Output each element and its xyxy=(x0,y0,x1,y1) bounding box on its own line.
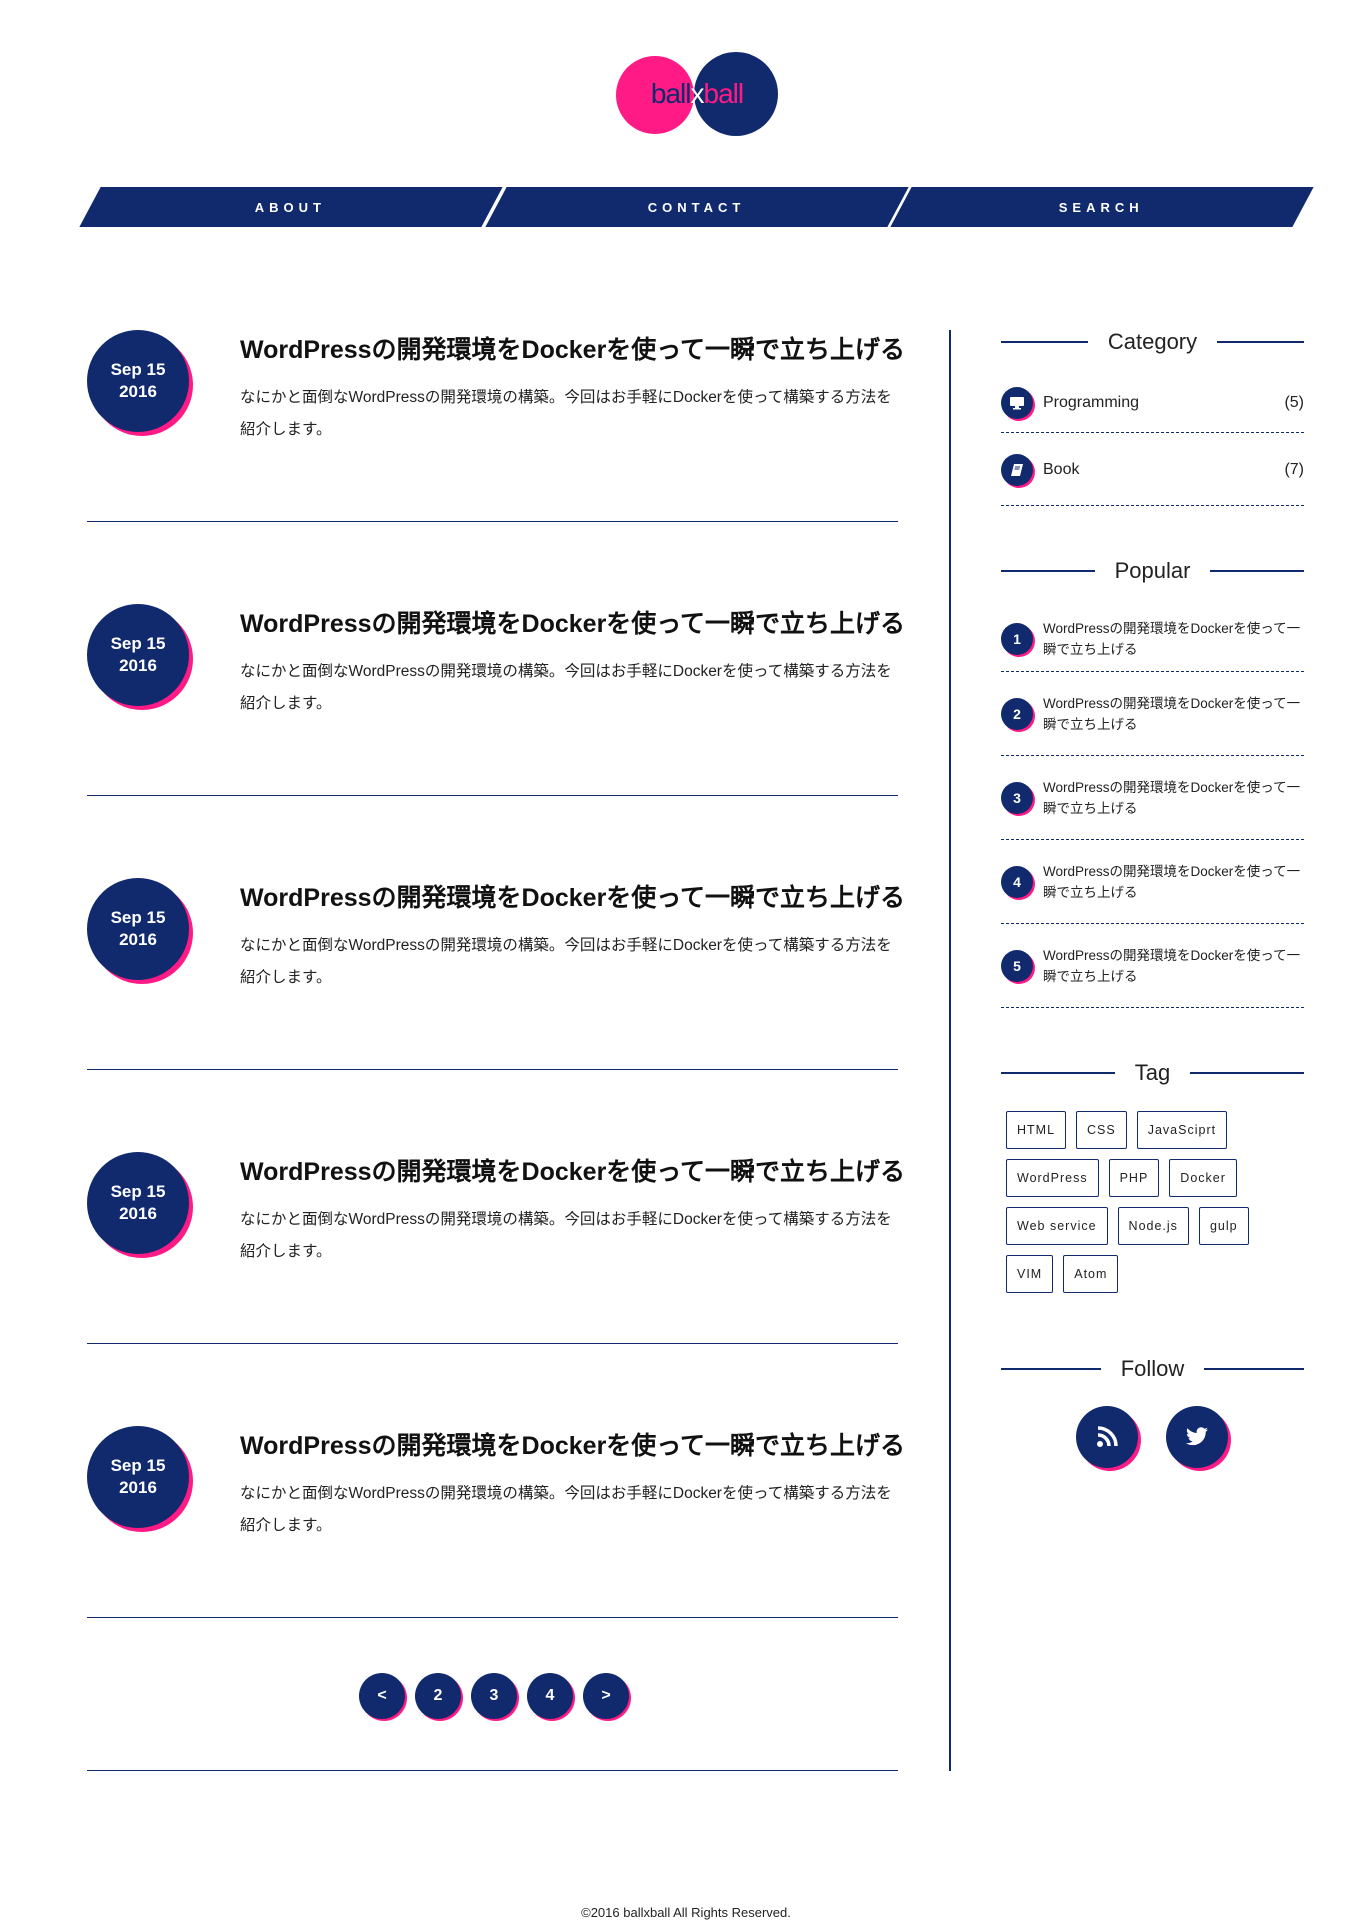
post-date-badge: Sep 15 2016 xyxy=(87,330,189,432)
post-item: Sep 15 2016 WordPressの開発環境をDockerを使って一瞬で立ち… xyxy=(87,1070,905,1344)
post-title-link[interactable]: WordPressの開発環境をDockerを使って一瞬で立ち上げる xyxy=(240,604,905,640)
page-button[interactable]: 4 xyxy=(527,1673,573,1719)
page-button[interactable]: 2 xyxy=(415,1673,461,1719)
twitter-icon xyxy=(1186,1427,1208,1446)
category-heading: Category xyxy=(1001,329,1304,355)
post-date-badge: Sep 15 2016 xyxy=(87,1426,189,1528)
main-nav: ABOUT CONTACT SEARCH xyxy=(79,187,1314,227)
category-programming[interactable]: Programming (5) xyxy=(1001,373,1304,433)
popular-item-title: WordPressの開発環境をDockerを使って一瞬で立ち上げる xyxy=(1043,863,1301,900)
twitter-button[interactable] xyxy=(1166,1406,1228,1468)
tag-cloud: HTML CSS JavaSciprt WordPress PHP Docker Web s… xyxy=(1006,1111,1296,1293)
column-divider xyxy=(949,330,951,1771)
tag-link[interactable]: PHP xyxy=(1108,1159,1160,1197)
post-excerpt: なにかと面倒なWordPressの開発環境の構築。今回はお手軽にDockerを使… xyxy=(240,937,892,986)
follow-heading: Follow xyxy=(1001,1356,1304,1382)
post-date-year: 2016 xyxy=(119,656,157,675)
rss-icon xyxy=(1097,1426,1118,1447)
tag-link[interactable]: Node.js xyxy=(1117,1207,1189,1245)
post-title-link[interactable]: WordPressの開発環境をDockerを使って一瞬で立ち上げる xyxy=(240,878,905,914)
category-book[interactable]: Book (7) xyxy=(1001,434,1304,506)
post-date-month: Sep 15 xyxy=(110,1456,166,1475)
footer-copyright: ©2016 ballxball All Rights Reserved. xyxy=(581,1905,791,1920)
rank-badge: 4 xyxy=(1001,865,1033,898)
nav-contact[interactable]: CONTACT xyxy=(485,187,908,227)
tag-link[interactable]: Docker xyxy=(1169,1159,1237,1197)
next-page-button[interactable]: > xyxy=(583,1673,629,1719)
book-icon xyxy=(1001,453,1033,486)
post-date-month: Sep 15 xyxy=(110,908,166,927)
popular-item-title: WordPressの開発環境をDockerを使って一瞬で立ち上げる xyxy=(1043,620,1301,657)
monitor-icon xyxy=(1001,386,1033,419)
post-date-badge: Sep 15 2016 xyxy=(87,604,189,706)
post-date-year: 2016 xyxy=(119,1204,157,1223)
rank-badge: 3 xyxy=(1001,781,1033,814)
popular-item[interactable]: 3 WordPressの開発環境をDockerを使って一瞬で立ち上げる xyxy=(1001,756,1304,840)
post-date-badge: Sep 15 2016 xyxy=(87,1152,189,1254)
post-excerpt: なにかと面倒なWordPressの開発環境の構築。今回はお手軽にDockerを使… xyxy=(240,1211,892,1260)
post-excerpt: なにかと面倒なWordPressの開発環境の構築。今回はお手軽にDockerを使… xyxy=(240,1485,892,1534)
rank-badge: 1 xyxy=(1001,622,1033,655)
logo-text: ballxball xyxy=(650,78,744,109)
rss-button[interactable] xyxy=(1076,1406,1138,1468)
site-logo[interactable]: ballxball xyxy=(614,50,780,140)
tag-link[interactable]: CSS xyxy=(1076,1111,1127,1149)
popular-item[interactable]: 5 WordPressの開発環境をDockerを使って一瞬で立ち上げる xyxy=(1001,924,1304,1008)
tag-link[interactable]: VIM xyxy=(1006,1255,1054,1293)
post-date-month: Sep 15 xyxy=(110,360,166,379)
popular-heading: Popular xyxy=(1001,558,1304,584)
post-date-year: 2016 xyxy=(119,1478,157,1497)
tag-link[interactable]: JavaSciprt xyxy=(1136,1111,1228,1149)
post-item: Sep 15 2016 WordPressの開発環境をDockerを使って一瞬で立ち… xyxy=(87,330,905,522)
popular-item-title: WordPressの開発環境をDockerを使って一瞬で立ち上げる xyxy=(1043,695,1301,732)
rank-badge: 5 xyxy=(1001,949,1033,982)
tag-link[interactable]: gulp xyxy=(1198,1207,1249,1245)
post-item: Sep 15 2016 WordPressの開発環境をDockerを使って一瞬で立ち… xyxy=(87,522,905,796)
tag-link[interactable]: Web service xyxy=(1006,1207,1108,1245)
post-excerpt: なにかと面倒なWordPressの開発環境の構築。今回はお手軽にDockerを使… xyxy=(240,663,892,712)
pagination: <2 3 4 > xyxy=(87,1620,898,1771)
post-list: Sep 15 2016 WordPressの開発環境をDockerを使って一瞬で立ち… xyxy=(87,330,905,1618)
tag-heading: Tag xyxy=(1001,1060,1304,1086)
popular-item[interactable]: 4 WordPressの開発環境をDockerを使って一瞬で立ち上げる xyxy=(1001,840,1304,924)
rank-badge: 2 xyxy=(1001,697,1033,730)
post-excerpt: なにかと面倒なWordPressの開発環境の構築。今回はお手軽にDockerを使… xyxy=(240,389,892,438)
prev-page-button[interactable]: < xyxy=(359,1673,405,1719)
popular-item-title: WordPressの開発環境をDockerを使って一瞬で立ち上げる xyxy=(1043,779,1301,816)
post-item: Sep 15 2016 WordPressの開発環境をDockerを使って一瞬で立ち… xyxy=(87,1344,905,1618)
nav-about[interactable]: ABOUT xyxy=(79,187,503,227)
popular-item-title: WordPressの開発環境をDockerを使って一瞬で立ち上げる xyxy=(1043,947,1301,984)
post-date-month: Sep 15 xyxy=(110,634,166,653)
post-title-link[interactable]: WordPressの開発環境をDockerを使って一瞬で立ち上げる xyxy=(240,330,905,366)
post-item: Sep 15 2016 WordPressの開発環境をDockerを使って一瞬で立ち… xyxy=(87,796,905,1070)
tag-link[interactable]: Atom xyxy=(1063,1255,1119,1293)
post-title-link[interactable]: WordPressの開発環境をDockerを使って一瞬で立ち上げる xyxy=(240,1152,905,1188)
post-date-badge: Sep 15 2016 xyxy=(87,878,189,980)
tag-link[interactable]: HTML xyxy=(1006,1111,1067,1149)
nav-search[interactable]: SEARCH xyxy=(890,187,1314,227)
post-date-year: 2016 xyxy=(119,382,157,401)
popular-item[interactable]: 2 WordPressの開発環境をDockerを使って一瞬で立ち上げる xyxy=(1001,672,1304,756)
post-title-link[interactable]: WordPressの開発環境をDockerを使って一瞬で立ち上げる xyxy=(240,1426,905,1462)
post-date-month: Sep 15 xyxy=(110,1182,166,1201)
tag-link[interactable]: WordPress xyxy=(1006,1159,1099,1197)
post-date-year: 2016 xyxy=(119,930,157,949)
page-button[interactable]: 3 xyxy=(471,1673,517,1719)
popular-item[interactable]: 1 WordPressの開発環境をDockerを使って一瞬で立ち上げる xyxy=(1001,606,1304,672)
